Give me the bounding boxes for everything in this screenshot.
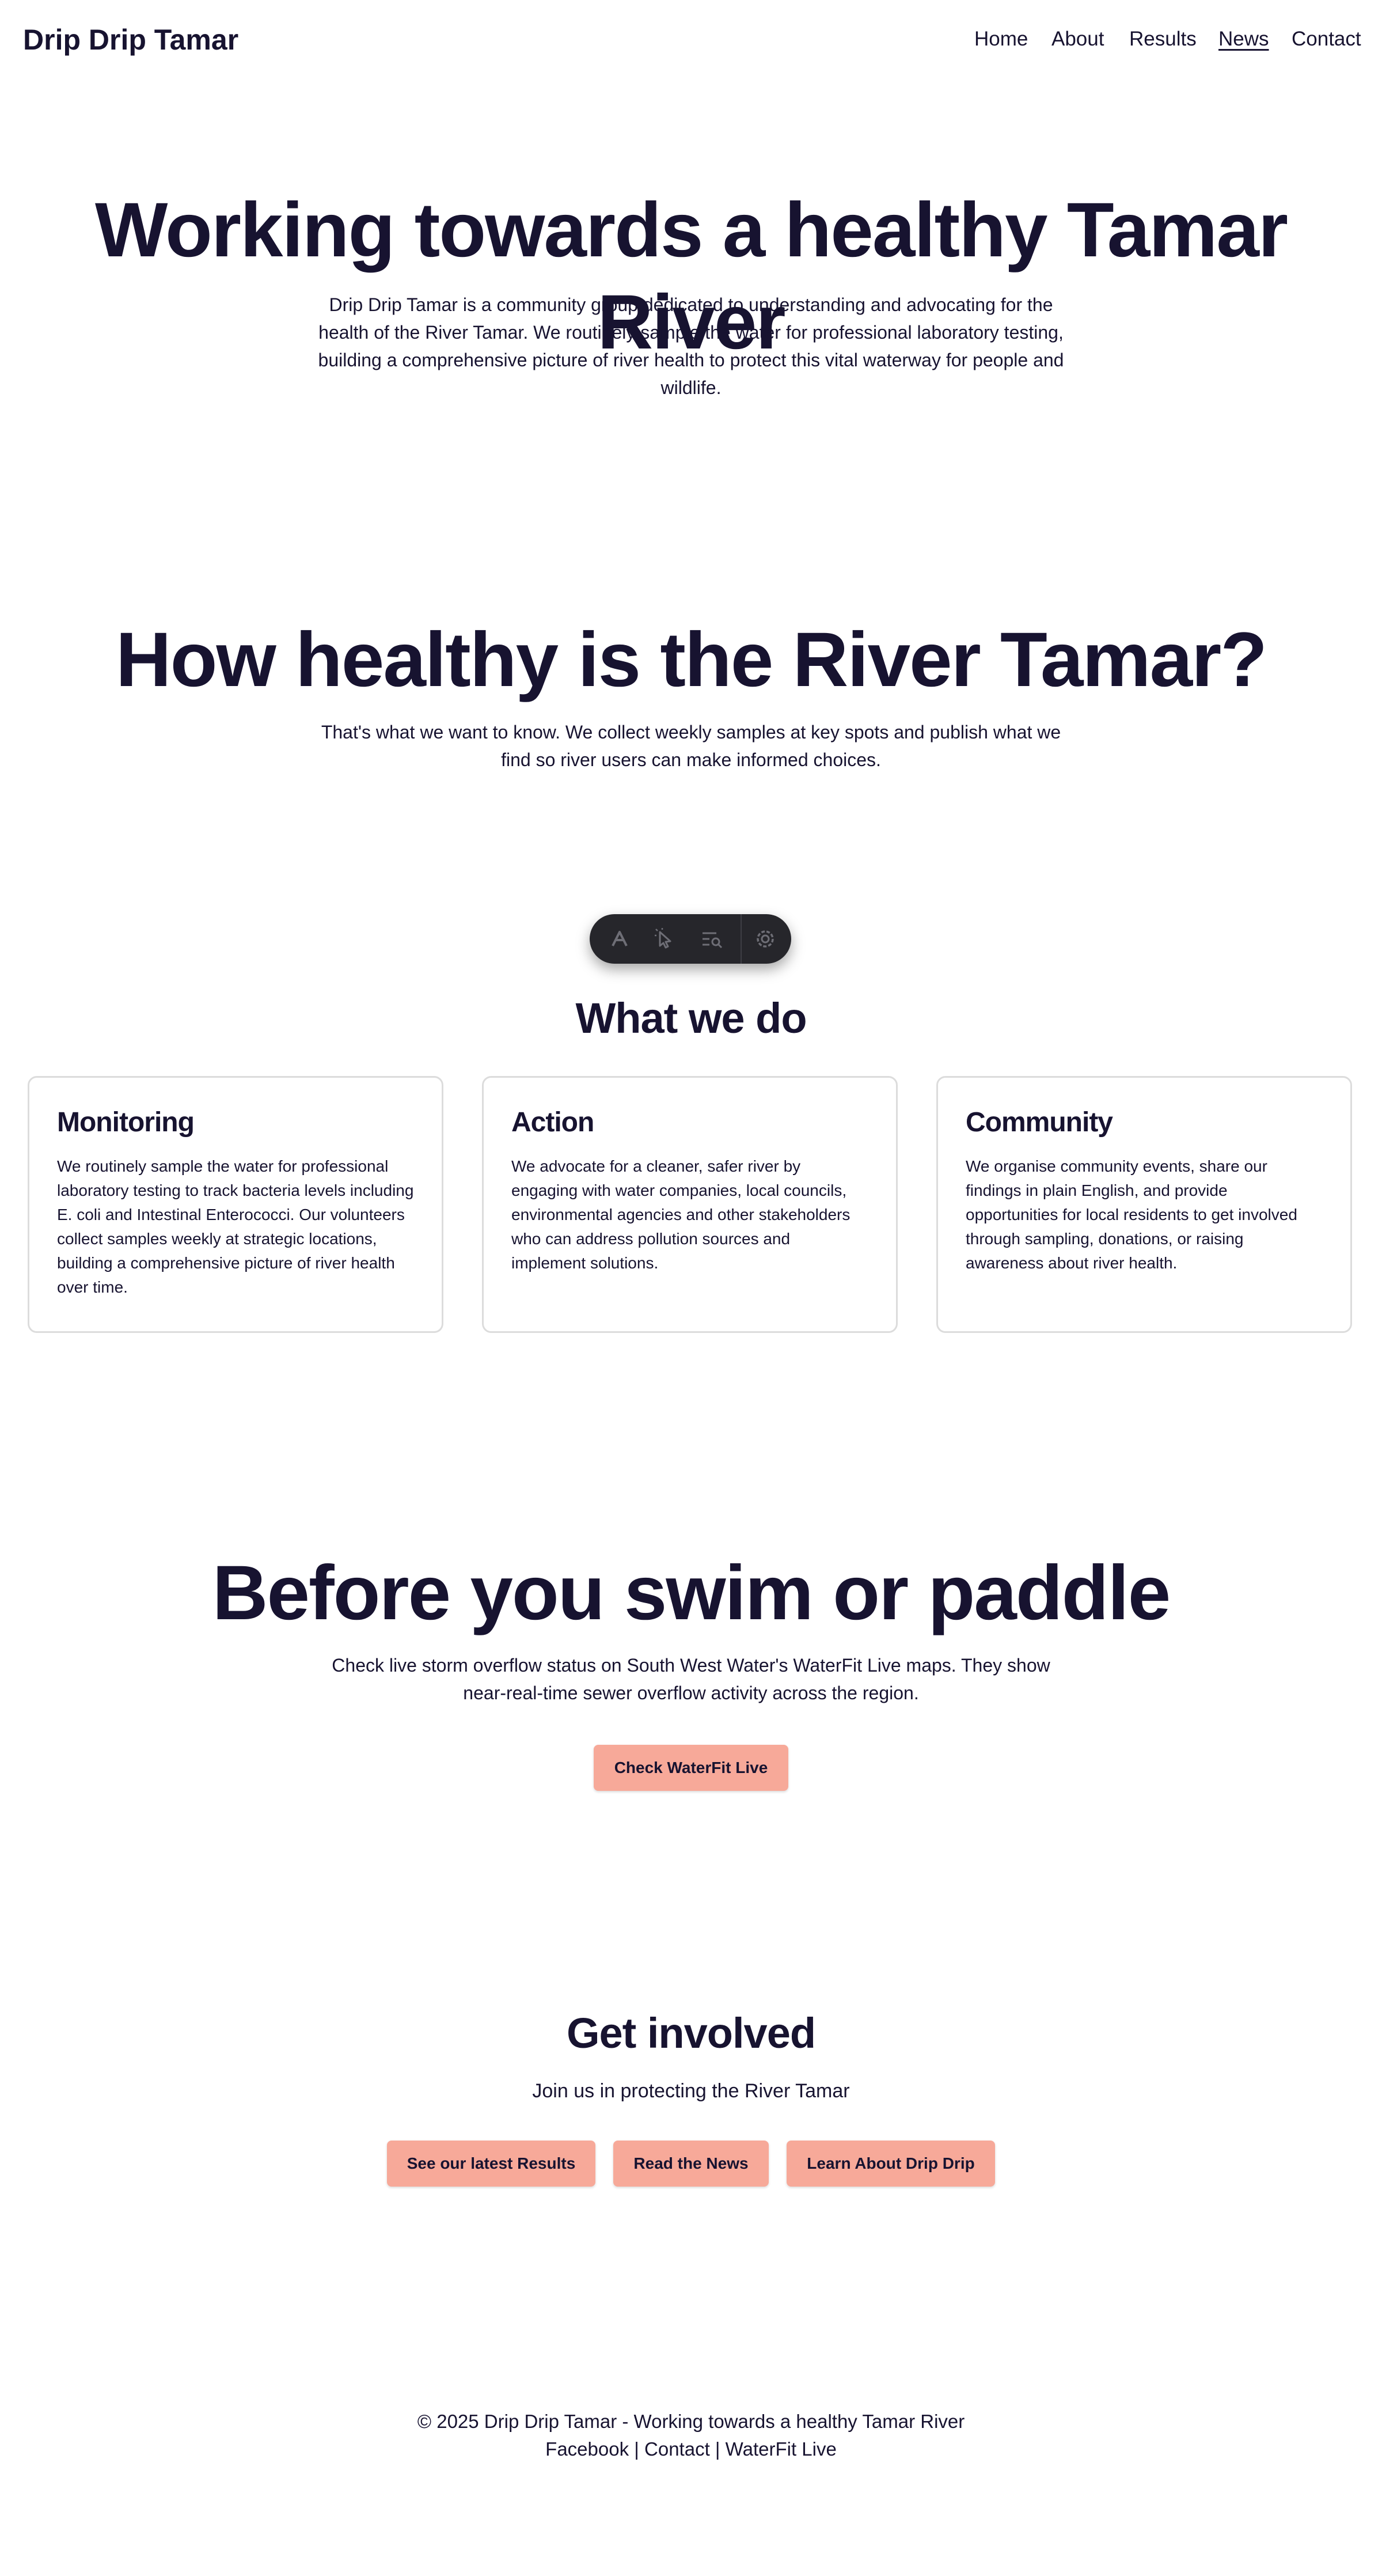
footer-links: Facebook | Contact | WaterFit Live [0, 2435, 1382, 2463]
footer-copyright: © 2025 Drip Drip Tamar - Working towards… [417, 2411, 965, 2432]
nav-home[interactable]: Home [974, 28, 1028, 51]
nav-results[interactable]: Results [1129, 28, 1197, 51]
gear-icon[interactable] [754, 927, 777, 950]
latest-results-button[interactable]: See our latest Results [387, 2141, 595, 2187]
swim-lede: Check live storm overflow status on Sout… [332, 1655, 1050, 1703]
footer-separator: | [715, 2438, 720, 2460]
search-list-icon[interactable] [700, 927, 723, 950]
health-title: How healthy is the River Tamar? [115, 617, 1267, 703]
card-title: Community [966, 1107, 1113, 1138]
card-title: Action [511, 1107, 594, 1138]
floating-toolbar [590, 914, 791, 964]
nav-news[interactable]: News [1218, 28, 1269, 51]
whatwedo-title: What we do [575, 994, 807, 1042]
card-text: We routinely sample the water for profes… [57, 1157, 414, 1296]
card-monitoring: Monitoring We routinely sample the water… [28, 1076, 443, 1333]
footer-link-contact[interactable]: Contact [644, 2438, 710, 2460]
card-title: Monitoring [57, 1107, 195, 1138]
site-brand[interactable]: Drip Drip Tamar [23, 23, 238, 56]
hero-lede: Drip Drip Tamar is a community group ded… [318, 294, 1064, 398]
card-text: We organise community events, share our … [966, 1157, 1297, 1272]
learn-about-button[interactable]: Learn About Drip Drip [787, 2141, 995, 2187]
cursor-icon[interactable] [654, 927, 677, 950]
health-lede: That's what we want to know. We collect … [321, 722, 1061, 770]
involved-title: Get involved [566, 2009, 816, 2057]
card-action: Action We advocate for a cleaner, safer … [482, 1076, 898, 1333]
toolbar-divider [741, 914, 742, 964]
card-community: Community We organise community events, … [936, 1076, 1352, 1333]
logo-icon[interactable] [608, 927, 631, 950]
read-news-button[interactable]: Read the News [613, 2141, 769, 2187]
check-waterfit-button[interactable]: Check WaterFit Live [594, 1745, 788, 1791]
card-text: We advocate for a cleaner, safer river b… [511, 1157, 851, 1272]
nav-contact[interactable]: Contact [1292, 28, 1361, 51]
involved-subtitle: Join us in protecting the River Tamar [532, 2080, 850, 2102]
footer-link-facebook[interactable]: Facebook [545, 2438, 629, 2460]
footer-link-waterfit[interactable]: WaterFit Live [726, 2438, 837, 2460]
swim-title: Before you swim or paddle [212, 1550, 1171, 1636]
footer-separator: | [634, 2438, 639, 2460]
nav-about[interactable]: About [1051, 28, 1104, 51]
